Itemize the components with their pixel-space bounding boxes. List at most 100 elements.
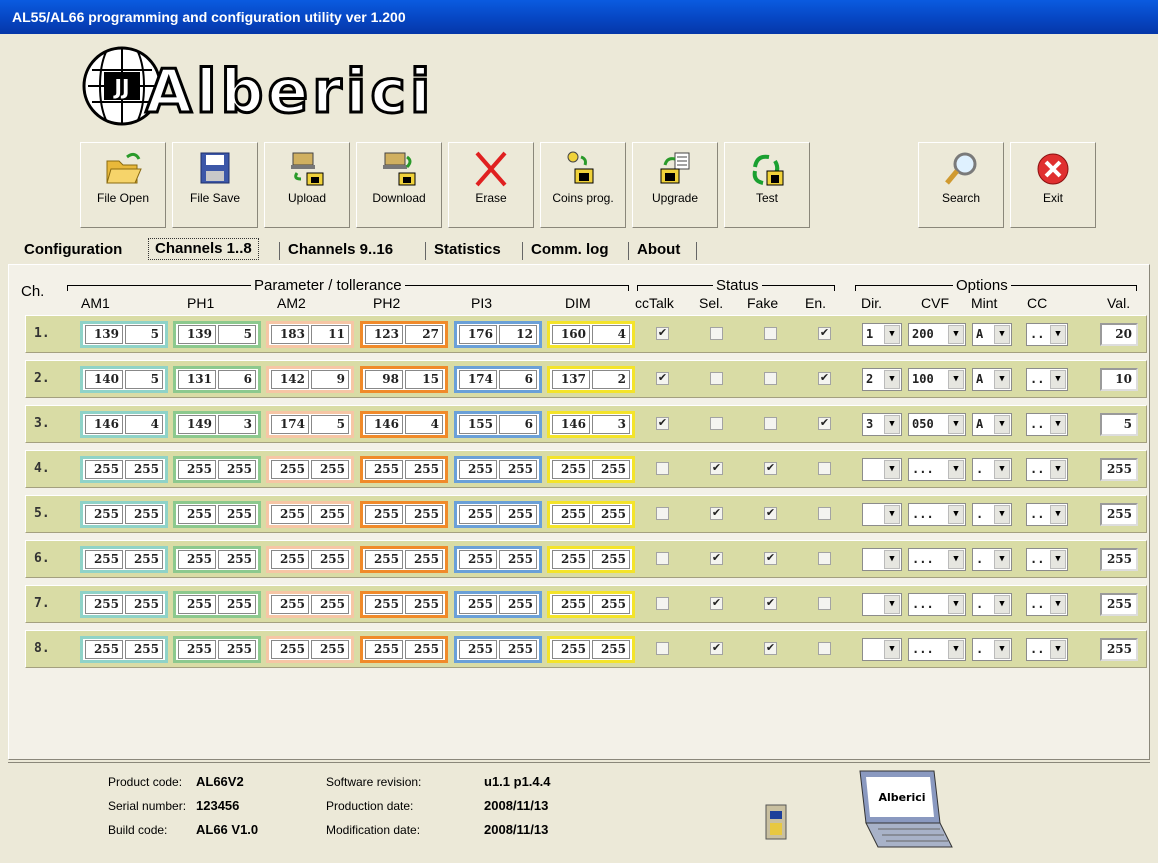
cctalk-checkbox[interactable]: ✔: [656, 417, 669, 430]
cctalk-checkbox[interactable]: [656, 552, 669, 565]
value-input[interactable]: 20: [1100, 323, 1138, 346]
dir-select[interactable]: ▼: [862, 638, 902, 661]
tolerance-input[interactable]: 255: [311, 550, 349, 569]
sel-checkbox[interactable]: [710, 327, 723, 340]
cvf-select[interactable]: ... ▼: [908, 638, 966, 661]
en-checkbox[interactable]: ✔: [818, 327, 831, 340]
tolerance-input[interactable]: 5: [311, 415, 349, 434]
tolerance-input[interactable]: 255: [592, 640, 630, 659]
cvf-select[interactable]: ... ▼: [908, 548, 966, 571]
mint-select[interactable]: A ▼: [972, 368, 1012, 391]
cctalk-checkbox[interactable]: [656, 642, 669, 655]
tolerance-input[interactable]: 255: [499, 460, 537, 479]
search-button[interactable]: Search: [918, 142, 1004, 228]
tolerance-input[interactable]: 6: [499, 415, 537, 434]
fake-checkbox[interactable]: ✔: [764, 462, 777, 475]
param-value-input[interactable]: 139: [178, 325, 216, 344]
tolerance-input[interactable]: 255: [405, 640, 443, 659]
en-checkbox[interactable]: ✔: [818, 372, 831, 385]
value-input[interactable]: 10: [1100, 368, 1138, 391]
cc-select[interactable]: .. ▼: [1026, 413, 1068, 436]
mint-select[interactable]: . ▼: [972, 593, 1012, 616]
en-checkbox[interactable]: [818, 507, 831, 520]
erase-button[interactable]: Erase: [448, 142, 534, 228]
cc-select[interactable]: .. ▼: [1026, 323, 1068, 346]
sel-checkbox[interactable]: ✔: [710, 597, 723, 610]
tolerance-input[interactable]: 255: [405, 595, 443, 614]
sel-checkbox[interactable]: ✔: [710, 552, 723, 565]
param-value-input[interactable]: 255: [459, 640, 497, 659]
cc-select[interactable]: .. ▼: [1026, 368, 1068, 391]
cvf-select[interactable]: 100 ▼: [908, 368, 966, 391]
tab-channels-9-16[interactable]: Channels 9..16: [282, 240, 399, 262]
cc-select[interactable]: .. ▼: [1026, 548, 1068, 571]
fake-checkbox[interactable]: ✔: [764, 642, 777, 655]
sel-checkbox[interactable]: [710, 417, 723, 430]
tolerance-input[interactable]: 5: [125, 325, 163, 344]
value-input[interactable]: 255: [1100, 458, 1138, 481]
value-input[interactable]: 255: [1100, 593, 1138, 616]
dir-select[interactable]: 3 ▼: [862, 413, 902, 436]
param-value-input[interactable]: 160: [552, 325, 590, 344]
tolerance-input[interactable]: 3: [218, 415, 256, 434]
tolerance-input[interactable]: 2: [592, 370, 630, 389]
tolerance-input[interactable]: 255: [405, 505, 443, 524]
cvf-select[interactable]: ... ▼: [908, 503, 966, 526]
tolerance-input[interactable]: 255: [218, 460, 256, 479]
param-value-input[interactable]: 149: [178, 415, 216, 434]
mint-select[interactable]: . ▼: [972, 503, 1012, 526]
tolerance-input[interactable]: 255: [125, 550, 163, 569]
cctalk-checkbox[interactable]: ✔: [656, 372, 669, 385]
tolerance-input[interactable]: 6: [218, 370, 256, 389]
cctalk-checkbox[interactable]: [656, 507, 669, 520]
tab-statistics[interactable]: Statistics: [428, 240, 507, 262]
param-value-input[interactable]: 255: [178, 550, 216, 569]
dir-select[interactable]: ▼: [862, 458, 902, 481]
param-value-input[interactable]: 131: [178, 370, 216, 389]
mint-select[interactable]: . ▼: [972, 548, 1012, 571]
sel-checkbox[interactable]: ✔: [710, 462, 723, 475]
cvf-select[interactable]: 200 ▼: [908, 323, 966, 346]
tolerance-input[interactable]: 255: [125, 505, 163, 524]
tab-about[interactable]: About: [631, 240, 686, 262]
fake-checkbox[interactable]: [764, 417, 777, 430]
param-value-input[interactable]: 123: [365, 325, 403, 344]
param-value-input[interactable]: 255: [365, 640, 403, 659]
fake-checkbox[interactable]: [764, 372, 777, 385]
cvf-select[interactable]: ... ▼: [908, 593, 966, 616]
tolerance-input[interactable]: 255: [499, 595, 537, 614]
param-value-input[interactable]: 255: [271, 460, 309, 479]
file-open-button[interactable]: File Open: [80, 142, 166, 228]
fake-checkbox[interactable]: ✔: [764, 552, 777, 565]
cvf-select[interactable]: 050 ▼: [908, 413, 966, 436]
param-value-input[interactable]: 255: [85, 550, 123, 569]
tolerance-input[interactable]: 255: [499, 505, 537, 524]
value-input[interactable]: 5: [1100, 413, 1138, 436]
tolerance-input[interactable]: 12: [499, 325, 537, 344]
tolerance-input[interactable]: 255: [405, 460, 443, 479]
param-value-input[interactable]: 255: [552, 460, 590, 479]
param-value-input[interactable]: 142: [271, 370, 309, 389]
sel-checkbox[interactable]: [710, 372, 723, 385]
en-checkbox[interactable]: ✔: [818, 417, 831, 430]
tolerance-input[interactable]: 15: [405, 370, 443, 389]
file-save-button[interactable]: File Save: [172, 142, 258, 228]
upload-button[interactable]: Upload: [264, 142, 350, 228]
dir-select[interactable]: ▼: [862, 548, 902, 571]
param-value-input[interactable]: 255: [365, 505, 403, 524]
param-value-input[interactable]: 255: [178, 595, 216, 614]
param-value-input[interactable]: 174: [459, 370, 497, 389]
cctalk-checkbox[interactable]: [656, 597, 669, 610]
tolerance-input[interactable]: 255: [218, 640, 256, 659]
tolerance-input[interactable]: 255: [592, 595, 630, 614]
exit-button[interactable]: Exit: [1010, 142, 1096, 228]
param-value-input[interactable]: 255: [552, 505, 590, 524]
param-value-input[interactable]: 255: [271, 595, 309, 614]
tolerance-input[interactable]: 255: [405, 550, 443, 569]
test-button[interactable]: Test: [724, 142, 810, 228]
tolerance-input[interactable]: 255: [311, 640, 349, 659]
tolerance-input[interactable]: 9: [311, 370, 349, 389]
param-value-input[interactable]: 140: [85, 370, 123, 389]
param-value-input[interactable]: 174: [271, 415, 309, 434]
param-value-input[interactable]: 139: [85, 325, 123, 344]
